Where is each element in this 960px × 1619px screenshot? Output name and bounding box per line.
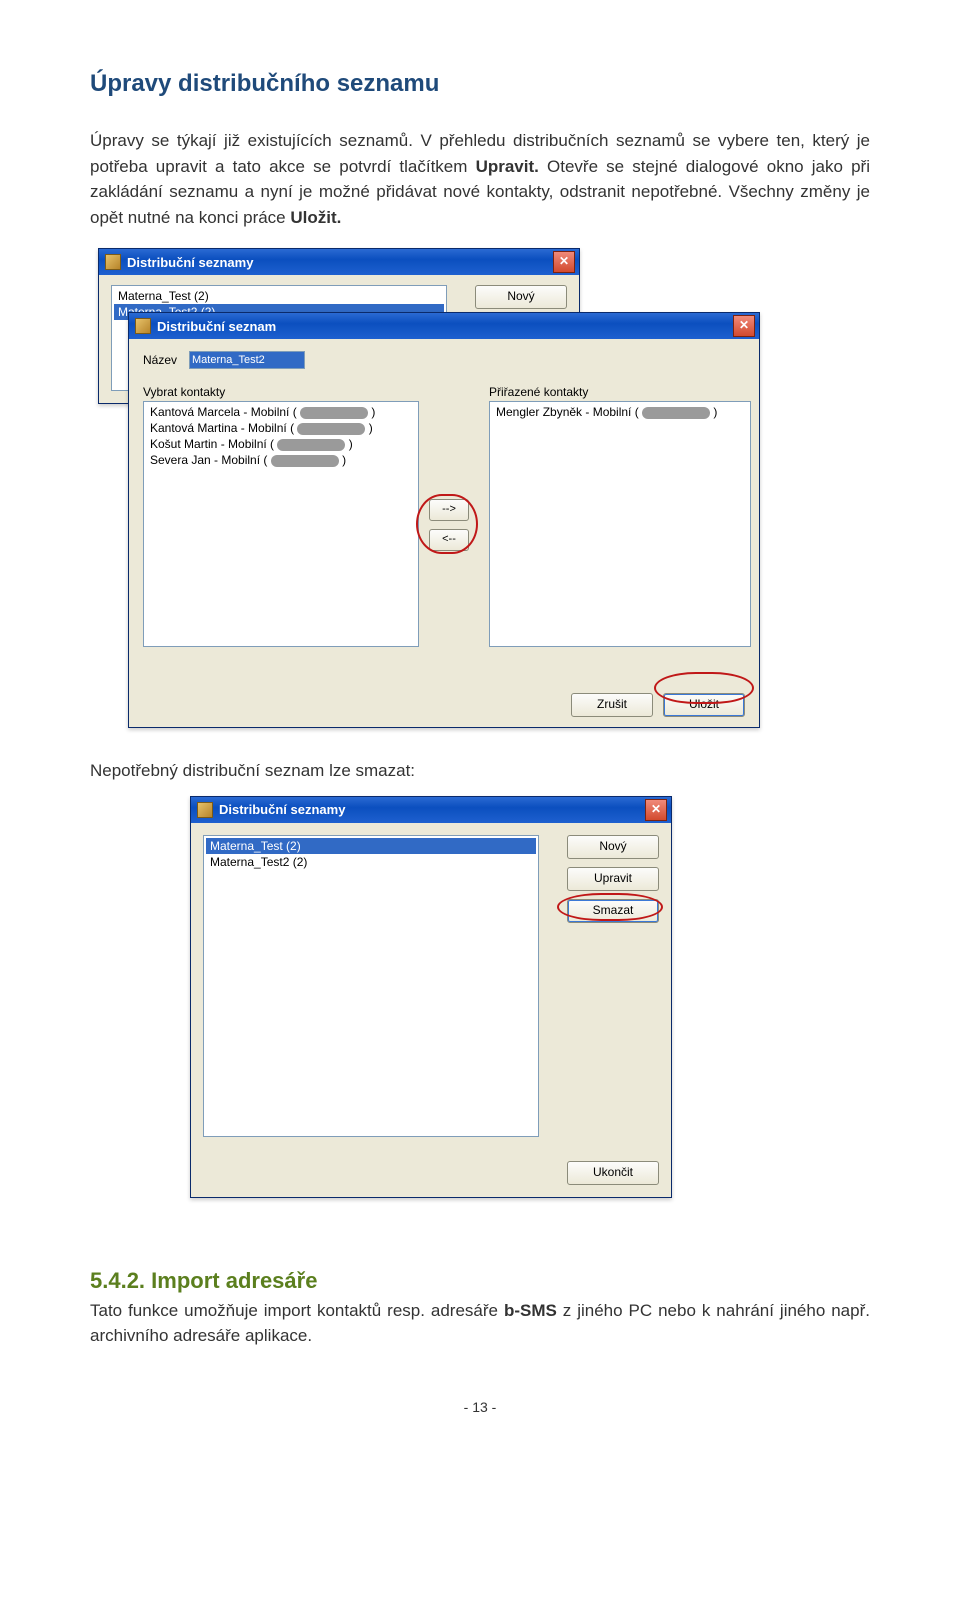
bold-bsms: b-SMS bbox=[504, 1301, 557, 1320]
bold-ulozit: Uložit. bbox=[290, 208, 341, 227]
app-icon bbox=[105, 254, 121, 270]
delete-button[interactable]: Smazat bbox=[567, 899, 659, 923]
name-field[interactable]: Materna_Test2 bbox=[189, 351, 305, 369]
list-item[interactable]: Materna_Test (2) bbox=[114, 288, 444, 304]
bold-upravit: Upravit. bbox=[476, 157, 539, 176]
right-list-label: Přiřazené kontakty bbox=[489, 385, 588, 399]
app-icon bbox=[135, 318, 151, 334]
paragraph-2: Nepotřebný distribuční seznam lze smazat… bbox=[90, 758, 870, 784]
paragraph-1: Úpravy se týkají již existujících seznam… bbox=[90, 128, 870, 230]
lists-listbox[interactable]: Materna_Test (2) Materna_Test2 (2) bbox=[203, 835, 539, 1137]
screenshot-delete-distribution: Distribuční seznamy ✕ Materna_Test (2) M… bbox=[190, 796, 672, 1198]
screenshot-edit-distribution: Distribuční seznamy ✕ Materna_Test (2) M… bbox=[98, 248, 758, 718]
text: Kantová Martina - Mobilní ( bbox=[150, 421, 294, 435]
app-icon bbox=[197, 802, 213, 818]
close-icon[interactable]: ✕ bbox=[645, 799, 667, 821]
edit-button[interactable]: Upravit bbox=[567, 867, 659, 891]
redacted-phone bbox=[297, 423, 365, 435]
list-item[interactable]: Kantová Marcela - Mobilní ( ) bbox=[146, 404, 416, 420]
text: Kantová Marcela - Mobilní ( bbox=[150, 405, 297, 419]
move-right-button[interactable]: --> bbox=[429, 499, 469, 521]
close-button[interactable]: Ukončit bbox=[567, 1161, 659, 1185]
section-heading: Úpravy distribučního seznamu bbox=[90, 70, 870, 98]
text: Tato funkce umožňuje import kontaktů res… bbox=[90, 1301, 504, 1320]
list-item[interactable]: Materna_Test2 (2) bbox=[206, 854, 536, 870]
redacted-phone bbox=[300, 407, 368, 419]
name-label: Název bbox=[143, 353, 177, 367]
new-button[interactable]: Nový bbox=[475, 285, 567, 309]
redacted-phone bbox=[277, 439, 345, 451]
page-number: - 13 - bbox=[90, 1399, 870, 1415]
list-item[interactable]: Košut Martin - Mobilní ( ) bbox=[146, 436, 416, 452]
left-list-label: Vybrat kontakty bbox=[143, 385, 225, 399]
paragraph-3: Tato funkce umožňuje import kontaktů res… bbox=[90, 1298, 870, 1349]
list-item[interactable]: Kantová Martina - Mobilní ( ) bbox=[146, 420, 416, 436]
list-item[interactable]: Severa Jan - Mobilní ( ) bbox=[146, 452, 416, 468]
window-distribution-edit: Distribuční seznam ✕ Název Materna_Test2… bbox=[128, 312, 760, 728]
save-button[interactable]: Uložit bbox=[663, 693, 745, 717]
available-contacts-listbox[interactable]: Kantová Marcela - Mobilní ( ) Kantová Ma… bbox=[143, 401, 419, 647]
move-left-button[interactable]: <-- bbox=[429, 529, 469, 551]
redacted-phone bbox=[271, 455, 339, 467]
assigned-contacts-listbox[interactable]: Mengler Zbyněk - Mobilní ( ) bbox=[489, 401, 751, 647]
list-item[interactable]: Mengler Zbyněk - Mobilní ( ) bbox=[492, 404, 748, 420]
list-item[interactable]: Materna_Test (2) bbox=[206, 838, 536, 854]
subsection-heading: 5.4.2. Import adresáře bbox=[90, 1268, 870, 1294]
new-button[interactable]: Nový bbox=[567, 835, 659, 859]
cancel-button[interactable]: Zrušit bbox=[571, 693, 653, 717]
redacted-phone bbox=[642, 407, 710, 419]
close-icon[interactable]: ✕ bbox=[553, 251, 575, 273]
window-title: Distribuční seznamy bbox=[127, 255, 553, 270]
text: Mengler Zbyněk - Mobilní ( bbox=[496, 405, 639, 419]
text: Košut Martin - Mobilní ( bbox=[150, 437, 274, 451]
text: Severa Jan - Mobilní ( bbox=[150, 453, 267, 467]
window-title: Distribuční seznamy bbox=[219, 802, 645, 817]
close-icon[interactable]: ✕ bbox=[733, 315, 755, 337]
window-title: Distribuční seznam bbox=[157, 319, 733, 334]
